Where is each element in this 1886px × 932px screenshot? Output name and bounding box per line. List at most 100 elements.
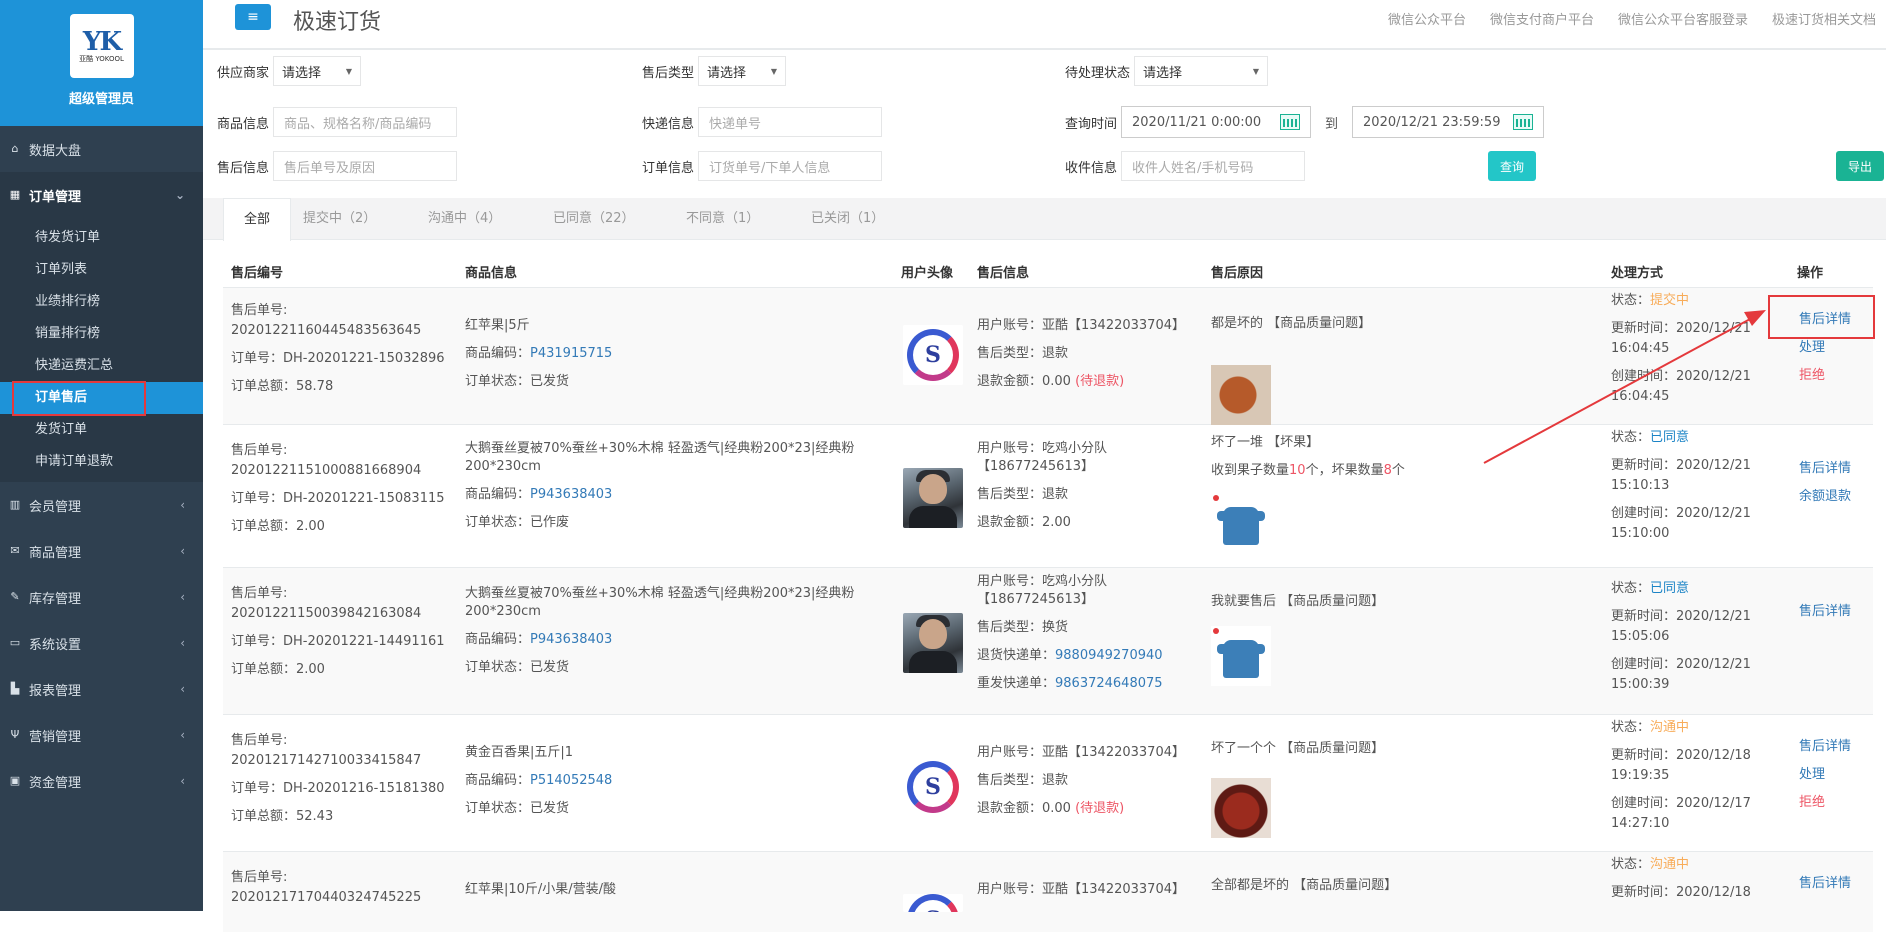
aftersale-detail-link[interactable]: 售后详情 bbox=[1799, 733, 1851, 761]
aftersale-detail-link[interactable]: 售后详情 bbox=[1799, 598, 1851, 626]
chevron-left-icon: ‹ bbox=[180, 636, 185, 650]
order-number: 订单号：DH-20201221-15032896 bbox=[231, 351, 445, 366]
evidence-image[interactable] bbox=[1211, 778, 1271, 838]
menu-toggle-button[interactable]: ≡ bbox=[235, 4, 271, 30]
aftersale-detail-link[interactable]: 售后详情 bbox=[1799, 455, 1851, 483]
link-docs[interactable]: 极速订货相关文档 bbox=[1772, 9, 1876, 28]
money-icon: ▣ bbox=[9, 774, 21, 787]
sn-label: 售后单号: bbox=[231, 303, 288, 318]
submenu-item-performance-rank[interactable]: 业绩排行榜 bbox=[0, 286, 203, 318]
submenu-item-shipped-orders[interactable]: 发货订单 bbox=[0, 414, 203, 446]
order-status: 订单状态：已发货 bbox=[465, 374, 570, 389]
nav-item-marketing[interactable]: Ψ 营销管理 ‹ bbox=[0, 712, 203, 758]
tab-closed[interactable]: 已关闭（1） bbox=[811, 198, 884, 240]
update-time-label: 更新时间：2020/12/18 bbox=[1611, 748, 1751, 763]
bar-chart-icon: ▙ bbox=[10, 682, 20, 695]
calendar-icon[interactable] bbox=[1513, 114, 1534, 130]
status-badge: 已同意 bbox=[1650, 581, 1690, 596]
reason-cell: 坏了一个个 【商品质量问题】 bbox=[1211, 735, 1384, 763]
nav-item-inventory[interactable]: ✎ 库存管理 ‹ bbox=[0, 574, 203, 620]
order-total: 订单总额：2.00 bbox=[231, 662, 325, 677]
nav-item-reports[interactable]: ▙ 报表管理 ‹ bbox=[0, 666, 203, 712]
resend-express-label: 重发快递单： bbox=[977, 676, 1056, 691]
resend-express-link[interactable]: 9863724648075 bbox=[1055, 676, 1163, 691]
nav-item-dashboard[interactable]: ⌂ 数据大盘 bbox=[0, 126, 203, 172]
handling-cell: 状态：沟通中 更新时间：2020/12/18 bbox=[1611, 855, 1751, 903]
col-aftersale-info: 售后信息 bbox=[977, 266, 1030, 281]
balance-refund-link[interactable]: 余额退款 bbox=[1799, 483, 1851, 511]
link-wechat-service[interactable]: 微信公众平台客服登录 bbox=[1618, 9, 1748, 28]
reject-link[interactable]: 拒绝 bbox=[1799, 789, 1851, 817]
order-info-input[interactable]: 订货单号/下单人信息 bbox=[698, 151, 883, 181]
handling-cell: 状态：已同意 更新时间：2020/12/21 15:05:06 创建时间：202… bbox=[1611, 579, 1751, 695]
tab-communicating[interactable]: 沟通中（4） bbox=[428, 198, 501, 240]
evidence-image[interactable] bbox=[1211, 626, 1271, 686]
end-date-value: 2020/12/21 23:59:59 bbox=[1363, 114, 1501, 130]
return-express-link[interactable]: 9880949270940 bbox=[1055, 648, 1163, 663]
end-date-input[interactable]: 2020/12/21 23:59:59 bbox=[1352, 106, 1545, 138]
mail-icon: ✉ bbox=[10, 544, 20, 557]
nav-label: 商品管理 bbox=[29, 545, 82, 561]
submenu-item-after-sales[interactable]: 订单售后 bbox=[0, 381, 203, 416]
express-info-input[interactable]: 快递单号 bbox=[698, 107, 883, 137]
aftersale-type: 售后类型：换货 bbox=[977, 620, 1069, 635]
receiver-info-input[interactable]: 收件人姓名/手机号码 bbox=[1121, 151, 1306, 181]
aftersale-type-select[interactable]: 请选择 ▼ bbox=[698, 56, 787, 86]
create-time-label: 创建时间：2020/12/17 bbox=[1611, 796, 1751, 811]
nav-item-finance[interactable]: ▣ 资金管理 ‹ bbox=[0, 758, 203, 804]
submenu-item-sales-rank[interactable]: 销量排行榜 bbox=[0, 318, 203, 350]
supplier-select[interactable]: 请选择 ▼ bbox=[273, 56, 362, 86]
logo-s-icon: S bbox=[907, 761, 959, 813]
nav-item-members[interactable]: ▥ 会员管理 ‹ bbox=[0, 482, 203, 528]
user-account: 用户账号：吃鸡小分队【18677245613】 bbox=[977, 441, 1108, 474]
start-date-input[interactable]: 2020/11/21 0:00:00 bbox=[1121, 106, 1312, 138]
tab-submitting[interactable]: 提交中（2） bbox=[303, 198, 376, 240]
evidence-image[interactable] bbox=[1211, 493, 1271, 553]
search-button[interactable]: 查询 bbox=[1488, 151, 1537, 181]
submenu-item-pending-shipment[interactable]: 待发货订单 bbox=[0, 222, 203, 254]
nav-item-products[interactable]: ✉ 商品管理 ‹ bbox=[0, 528, 203, 574]
product-info-input[interactable]: 商品、规格名称/商品编码 bbox=[273, 107, 458, 137]
aftersale-number: 20201217142710033415847 bbox=[231, 753, 422, 768]
aftersale-detail-link[interactable]: 售后详情 bbox=[1799, 870, 1851, 898]
refund-amount: 退款金额：2.00 bbox=[977, 515, 1071, 530]
col-product-info: 商品信息 bbox=[465, 266, 518, 281]
submenu-item-refund-request[interactable]: 申请订单退款 bbox=[0, 446, 203, 478]
bad-count: 8 bbox=[1383, 463, 1392, 478]
evidence-image[interactable] bbox=[1211, 365, 1271, 425]
export-button[interactable]: 导出 bbox=[1836, 151, 1885, 181]
nav-item-orders[interactable]: ▦ 订单管理 ⌄ bbox=[0, 172, 203, 218]
status-label: 状态： bbox=[1611, 581, 1651, 596]
company-logo: YK 亚酷 YOKOOL bbox=[69, 14, 134, 78]
actions-cell: 售后详情 余额退款 bbox=[1799, 455, 1851, 511]
tab-disagreed[interactable]: 不同意（1） bbox=[686, 198, 759, 240]
tab-agreed[interactable]: 已同意（22） bbox=[553, 198, 635, 240]
product-info-cell: 黄金百香果|五斤|1 商品编码：P514052548 订单状态：已发货 bbox=[465, 739, 612, 823]
col-aftersale-no: 售后编号 bbox=[231, 266, 284, 281]
product-code-link[interactable]: P431915715 bbox=[530, 346, 612, 361]
process-link[interactable]: 处理 bbox=[1799, 761, 1851, 789]
link-wechat-platform[interactable]: 微信公众平台 bbox=[1388, 9, 1466, 28]
reject-link[interactable]: 拒绝 bbox=[1799, 362, 1851, 390]
update-time: 15:05:06 bbox=[1611, 629, 1670, 644]
aftersale-info-input[interactable]: 售后单号及原因 bbox=[273, 151, 458, 181]
product-code-link[interactable]: P943638403 bbox=[530, 487, 612, 502]
submenu-item-order-list[interactable]: 订单列表 bbox=[0, 254, 203, 286]
aftersale-no-cell: 售后单号: 20201221150039842163084 订单号：DH-202… bbox=[231, 584, 445, 680]
aftersale-info-cell: 用户账号：吃鸡小分队【18677245613】 售后类型：换货 退货快递单：98… bbox=[977, 568, 1177, 698]
product-code-link[interactable]: P514052548 bbox=[530, 773, 612, 788]
product-code-link[interactable]: P943638403 bbox=[530, 632, 612, 647]
user-account: 用户账号：吃鸡小分队【18677245613】 bbox=[977, 574, 1108, 607]
tab-all[interactable]: 全部 bbox=[223, 198, 292, 241]
handling-cell: 状态：已同意 更新时间：2020/12/21 15:10:13 创建时间：202… bbox=[1611, 428, 1751, 544]
create-time-label: 创建时间：2020/12/21 bbox=[1611, 369, 1751, 384]
status-badge: 提交中 bbox=[1650, 293, 1690, 308]
create-time: 15:10:00 bbox=[1611, 526, 1670, 541]
calendar-icon[interactable] bbox=[1280, 114, 1301, 130]
submenu-item-shipping-summary[interactable]: 快递运费汇总 bbox=[0, 350, 203, 382]
pending-status-select[interactable]: 请选择 ▼ bbox=[1134, 56, 1269, 86]
nav-item-settings[interactable]: ▭ 系统设置 ‹ bbox=[0, 620, 203, 666]
top-links: 微信公众平台 微信支付商户平台 微信公众平台客服登录 极速订货相关文档 bbox=[1388, 9, 1876, 28]
link-wechat-pay[interactable]: 微信支付商户平台 bbox=[1490, 9, 1594, 28]
product-info-cell: 大鹅蚕丝夏被70%蚕丝+30%木棉 轻盈透气|经典粉200*23|经典粉200*… bbox=[465, 580, 865, 682]
